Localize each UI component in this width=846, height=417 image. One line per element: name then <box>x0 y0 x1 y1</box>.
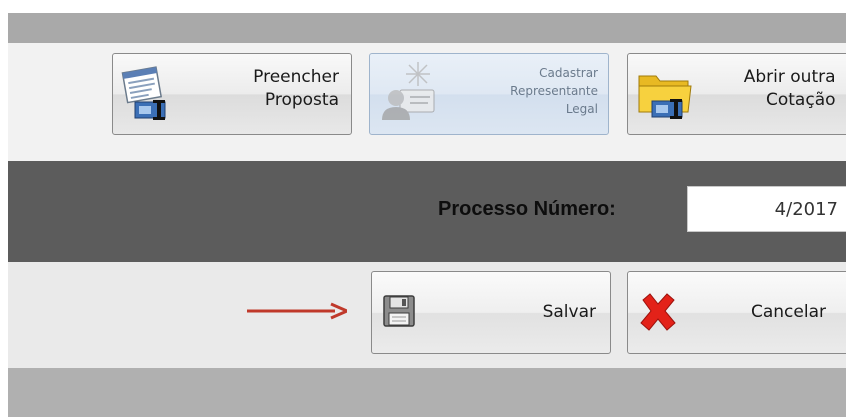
process-number-field[interactable]: 4/2017 <box>687 186 846 232</box>
abrir-outra-cotacao-label: Abrir outra Cotação <box>743 67 836 110</box>
preencher-proposta-button[interactable]: Preencher Proposta <box>112 53 352 135</box>
top-strip <box>8 13 846 43</box>
open-folder-icon <box>636 64 694 126</box>
add-representative-icon <box>378 60 438 126</box>
cadastrar-representante-legal-label: Cadastrar Representante Legal <box>510 66 598 116</box>
cancel-label: Cancelar <box>751 302 826 322</box>
save-button[interactable]: Salvar <box>371 271 611 354</box>
process-number-label: Processo Número: <box>438 198 616 220</box>
form-edit-icon <box>121 64 173 126</box>
process-number-value: 4/2017 <box>774 199 838 220</box>
bottom-strip <box>8 368 846 417</box>
save-label: Salvar <box>542 302 596 322</box>
floppy-disk-icon <box>382 294 416 332</box>
cancel-button[interactable]: Cancelar <box>627 271 846 354</box>
red-x-icon <box>638 292 678 336</box>
preencher-proposta-label: Preencher Proposta <box>253 67 339 110</box>
abrir-outra-cotacao-button[interactable]: Abrir outra Cotação <box>627 53 846 135</box>
cadastrar-representante-legal-button[interactable]: Cadastrar Representante Legal <box>369 53 609 135</box>
annotation-arrow-icon <box>247 302 347 320</box>
